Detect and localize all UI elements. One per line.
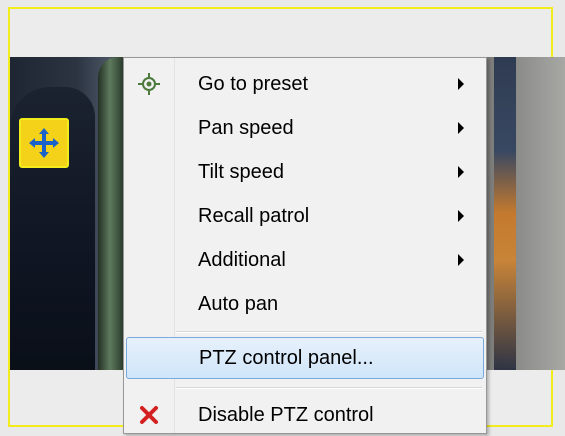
menu-item-label: Go to preset — [198, 72, 309, 95]
menu-item-auto-pan[interactable]: Auto pan — [126, 283, 484, 325]
ptz-move-button[interactable] — [19, 118, 69, 168]
menu-separator — [176, 331, 482, 333]
menu-item-tilt-speed[interactable]: Tilt speed — [126, 151, 484, 193]
menu-item-go-to-preset[interactable]: Go to preset — [126, 63, 484, 105]
crosshair-icon — [138, 73, 160, 95]
video-right-stripe — [494, 57, 516, 370]
menu-item-label: Additional — [198, 248, 286, 271]
menu-item-label: Tilt speed — [198, 160, 284, 183]
menu-item-additional[interactable]: Additional — [126, 239, 484, 281]
menu-separator — [176, 387, 482, 389]
submenu-arrow-icon — [458, 166, 464, 178]
submenu-arrow-icon — [458, 122, 464, 134]
menu-item-label: Pan speed — [198, 116, 294, 139]
move-arrows-icon — [29, 128, 59, 158]
submenu-arrow-icon — [458, 210, 464, 222]
menu-item-label: PTZ control panel... — [199, 346, 374, 369]
submenu-arrow-icon — [458, 254, 464, 266]
menu-item-label: Auto pan — [198, 292, 279, 315]
submenu-arrow-icon — [458, 78, 464, 90]
menu-item-label: Recall patrol — [198, 204, 310, 227]
menu-item-pan-speed[interactable]: Pan speed — [126, 107, 484, 149]
ptz-context-menu: Go to preset Pan speed Tilt speed Recall… — [123, 57, 487, 434]
menu-item-recall-patrol[interactable]: Recall patrol — [126, 195, 484, 237]
menu-item-ptz-control-panel[interactable]: PTZ control panel... — [126, 337, 484, 379]
red-x-icon — [140, 406, 158, 424]
menu-item-disable-ptz-control[interactable]: Disable PTZ control — [126, 394, 484, 436]
menu-item-label: Disable PTZ control — [198, 403, 374, 426]
